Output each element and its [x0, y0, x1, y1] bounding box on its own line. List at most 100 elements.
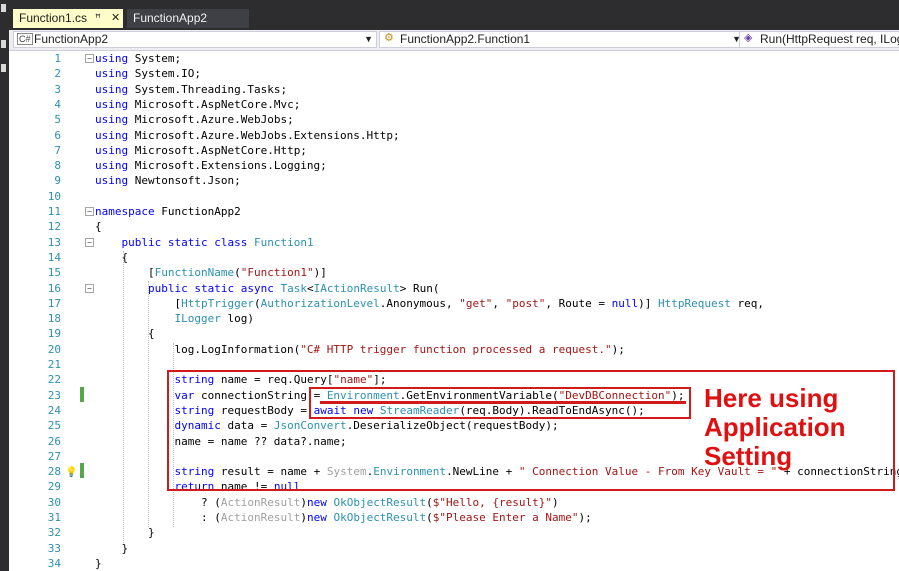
code-line[interactable]: 15 [FunctionName("Function1")] — [9, 265, 899, 280]
code-text: using Microsoft.Azure.WebJobs.Extensions… — [95, 128, 400, 142]
code-text: } — [95, 541, 129, 555]
line-number: 26 — [47, 434, 61, 448]
code-text: [HttpTrigger(AuthorizationLevel.Anonymou… — [95, 296, 764, 310]
line-number: 21 — [47, 358, 61, 371]
code-text: using Microsoft.AspNetCore.Http; — [95, 143, 307, 157]
code-text: ? (ActionResult)new OkObjectResult($"Hel… — [95, 495, 559, 509]
line-number: 19 — [47, 327, 61, 341]
code-line[interactable]: 18 ILogger log) — [9, 311, 899, 326]
line-number: 20 — [47, 342, 61, 356]
close-icon[interactable]: ✕ — [111, 9, 120, 28]
code-line[interactable]: 13 − public static class Function1 — [9, 235, 899, 250]
code-line[interactable]: 7 using Microsoft.AspNetCore.Http; — [9, 143, 899, 158]
tab-label: FunctionApp2 — [133, 11, 208, 25]
code-line[interactable]: 33 } — [9, 541, 899, 556]
line-number: 22 — [47, 373, 61, 387]
collapse-icon[interactable]: − — [85, 54, 94, 63]
code-text: [FunctionName("Function1")] — [95, 266, 327, 280]
class-icon: ⚙ — [384, 32, 394, 44]
line-number: 27 — [47, 449, 61, 463]
code-text: using Microsoft.AspNetCore.Mvc; — [95, 97, 301, 111]
code-text: } — [95, 556, 102, 570]
line-number: 34 — [47, 556, 61, 570]
toolbox-tab-marker[interactable] — [1, 64, 6, 72]
code-text: { — [95, 327, 155, 341]
lightbulb-icon[interactable]: 💡 — [65, 465, 77, 480]
code-text: namespace FunctionApp2 — [95, 205, 241, 218]
code-line[interactable]: 5 using Microsoft.Azure.WebJobs; — [9, 112, 899, 127]
toolbox-tab-marker[interactable] — [1, 4, 6, 12]
line-number: 30 — [47, 495, 61, 509]
collapse-icon[interactable]: − — [85, 283, 94, 293]
class-dropdown[interactable]: ⚙ FunctionApp2.Function1 ▼ — [379, 31, 745, 48]
collapse-icon[interactable]: − — [85, 207, 94, 216]
line-number: 28 — [47, 465, 61, 479]
document-tab-bar: Function1.cs ꟸ ✕ FunctionApp2 — [9, 0, 899, 30]
toolbox-tab-marker[interactable] — [1, 40, 6, 48]
code-editor[interactable]: 1− using System; 2 using System.IO; 3 using S… — [9, 51, 899, 571]
line-number: 10 — [47, 189, 61, 203]
line-number: 12 — [47, 220, 61, 234]
line-number: 17 — [47, 296, 61, 310]
line-number: 11 — [47, 205, 61, 218]
line-number: 8 — [54, 159, 61, 173]
code-line[interactable]: 2 using System.IO; — [9, 66, 899, 81]
line-number: 3 — [54, 82, 61, 96]
class-dropdown-value: FunctionApp2.Function1 — [400, 32, 531, 46]
tab-function1-cs[interactable]: Function1.cs ꟸ ✕ — [13, 9, 123, 28]
code-line[interactable]: 6 using Microsoft.Azure.WebJobs.Extension… — [9, 128, 899, 143]
line-number: 4 — [54, 97, 61, 111]
line-number: 23 — [47, 388, 61, 402]
line-number: 32 — [47, 526, 61, 540]
line-number: 5 — [54, 113, 61, 127]
code-line[interactable]: 14 { — [9, 250, 899, 265]
code-line[interactable]: 11 − namespace FunctionApp2 — [9, 204, 899, 219]
line-number: 7 — [54, 143, 61, 157]
line-number: 15 — [47, 266, 61, 280]
line-number: 25 — [47, 419, 61, 433]
code-line[interactable]: 3 using System.Threading.Tasks; — [9, 82, 899, 97]
code-line[interactable]: 10 — [9, 189, 899, 204]
code-line[interactable]: 16 − public static async Task<IActionResu… — [9, 281, 899, 296]
code-text: ILogger log) — [174, 312, 254, 326]
project-dropdown-value: FunctionApp2 — [34, 32, 109, 46]
code-line[interactable]: 34} — [9, 556, 899, 571]
member-dropdown[interactable]: ◈ Run(HttpRequest req, ILogg — [739, 31, 899, 48]
code-line[interactable]: 32 } — [9, 525, 899, 540]
code-line[interactable]: 8 using Microsoft.Extensions.Logging; — [9, 158, 899, 173]
code-line[interactable]: 20 log.LogInformation("C# HTTP trigger f… — [9, 342, 899, 357]
code-line[interactable]: 9 using Newtonsoft.Json; — [9, 173, 899, 188]
project-dropdown[interactable]: C# FunctionApp2 ▼ — [13, 31, 377, 48]
line-number: 13 — [47, 235, 61, 249]
code-text: using Microsoft.Azure.WebJobs; — [95, 113, 294, 127]
tab-functionapp2[interactable]: FunctionApp2 — [127, 9, 249, 28]
code-line[interactable]: 17 [HttpTrigger(AuthorizationLevel.Anony… — [9, 296, 899, 311]
code-line[interactable]: 30 ? (ActionResult)new OkObjectResult($"… — [9, 495, 899, 510]
collapse-icon[interactable]: − — [85, 237, 94, 247]
code-text: using System.IO; — [95, 67, 201, 81]
code-text: public static async Task<IActionResult> … — [147, 281, 440, 295]
code-text: : (ActionResult)new OkObjectResult($"Ple… — [95, 511, 592, 524]
line-number: 9 — [54, 174, 61, 188]
code-line[interactable]: 1 − using System; — [9, 51, 899, 66]
code-text: using Newtonsoft.Json; — [95, 174, 241, 188]
line-number: 29 — [47, 480, 61, 494]
csharp-project-icon: C# — [17, 33, 33, 45]
code-line[interactable]: 19 { — [9, 326, 899, 341]
navigation-bar: C# FunctionApp2 ▼ ⚙ FunctionApp2.Functio… — [9, 30, 899, 51]
line-number: 31 — [47, 511, 61, 524]
code-text: using Microsoft.Extensions.Logging; — [95, 159, 327, 173]
line-number: 18 — [47, 312, 61, 326]
method-icon: ◈ — [744, 32, 753, 44]
code-text: { — [95, 220, 102, 234]
line-number: 33 — [47, 541, 61, 555]
code-line[interactable]: 12 { — [9, 219, 899, 234]
code-line[interactable]: 31 : (ActionResult)new OkObjectResult($"… — [9, 510, 899, 525]
code-text: public static class Function1 — [121, 235, 314, 249]
pin-icon[interactable]: ꟸ — [95, 9, 101, 28]
line-number: 6 — [54, 128, 61, 142]
code-line[interactable]: 4 using Microsoft.AspNetCore.Mvc; — [9, 97, 899, 112]
chevron-down-icon: ▼ — [364, 34, 373, 44]
code-text: using System.Threading.Tasks; — [95, 82, 288, 96]
line-number: 2 — [54, 67, 61, 81]
